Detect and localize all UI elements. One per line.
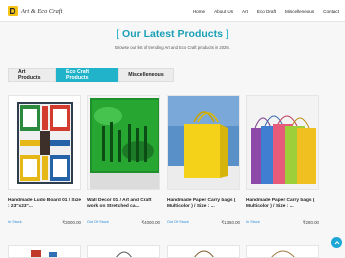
product-title[interactable]: Handmade Ludo Board 01 / Size : 23"x23".… (8, 198, 83, 211)
nav-miscelleneous[interactable]: Miscelleneous (285, 9, 314, 14)
brand-link[interactable]: Art & Eco Craft (8, 5, 62, 17)
product-image-partial[interactable] (8, 245, 81, 258)
section-subtitle: Browse our list of trending Art and Eco … (115, 45, 230, 50)
product-price: ₹280.00 (302, 220, 319, 225)
product-image-wall-decor[interactable] (87, 95, 160, 190)
nav-home[interactable]: Home (193, 9, 205, 14)
heading-text: Our Latest Products (122, 28, 223, 40)
stock-status: Out Of Stock (167, 220, 189, 224)
header-bar: Art & Eco Craft Home About Us Art Eco Dr… (0, 0, 345, 22)
heading-bracket-open: [ (116, 28, 120, 40)
stock-status: In Stock (8, 220, 22, 224)
product-image-partial[interactable] (87, 245, 160, 258)
nav-art[interactable]: Art (242, 9, 248, 14)
brand-logo-icon (8, 6, 18, 16)
product-image-ludo-board[interactable] (8, 95, 81, 190)
product-image-multicolor-paper-bags[interactable] (246, 95, 319, 190)
scroll-to-top-button[interactable] (331, 237, 342, 248)
tab-art-products[interactable]: Art Products (8, 68, 56, 82)
brand-name: Art & Eco Craft (21, 7, 63, 15)
section-heading: [ Our Latest Products ] (0, 28, 345, 40)
nav-eco-draft[interactable]: Eco Draft (257, 9, 276, 14)
main-nav: Home About Us Art Eco Draft Miscelleneou… (184, 0, 339, 22)
product-image-yellow-paper-bag[interactable] (167, 95, 240, 190)
product-title[interactable]: Handmade Paper Carry bags ( Multicolor )… (246, 198, 321, 211)
nav-contact[interactable]: Contact (323, 9, 339, 14)
product-tabs: Art Products Eco Craft Products Miscelle… (8, 68, 174, 82)
product-title[interactable]: Handmade Paper Carry bags ( Multicolor )… (167, 198, 242, 211)
product-price: ₹4000.00 (141, 220, 160, 225)
stock-status: Out Of Stock (87, 220, 109, 224)
stock-status: In Stock (246, 220, 260, 224)
product-price: ₹1350.00 (221, 220, 240, 225)
tab-miscelleneous[interactable]: Miscelleneous (118, 68, 174, 82)
product-title[interactable]: Wall Decor 01 / Art and Craft work on St… (87, 198, 162, 211)
product-image-partial[interactable] (167, 245, 240, 258)
nav-about-us[interactable]: About Us (214, 9, 233, 14)
product-image-partial[interactable] (246, 245, 319, 258)
product-price: ₹3000.00 (62, 220, 81, 225)
heading-bracket-close: ] (225, 28, 229, 40)
arrow-up-icon (334, 240, 339, 244)
tab-eco-craft-products[interactable]: Eco Craft Products (56, 68, 118, 82)
